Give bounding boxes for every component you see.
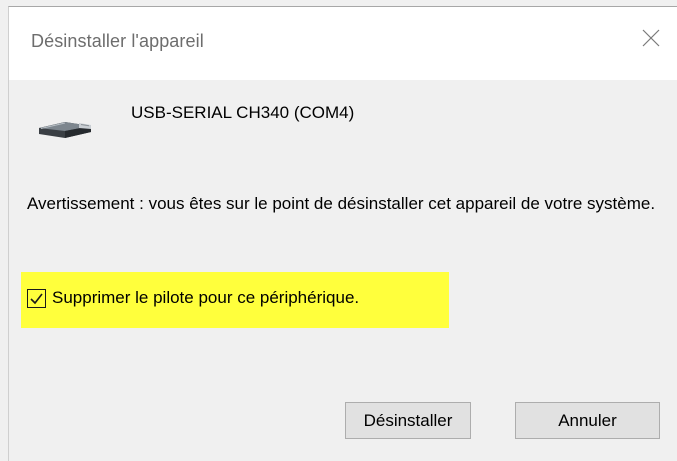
dialog-title: Désinstaller l'appareil [31, 31, 204, 51]
checkmark-icon [30, 293, 43, 305]
delete-driver-label: Supprimer le pilote pour ce périphérique… [52, 288, 360, 307]
dialog-content: USB-SERIAL CH340 (COM4) Avertissement : … [8, 80, 677, 461]
close-button[interactable] [636, 23, 666, 53]
delete-driver-option[interactable]: Supprimer le pilote pour ce périphérique… [21, 272, 449, 328]
title-bar: Désinstaller l'appareil [8, 6, 677, 81]
uninstall-device-dialog: Désinstaller l'appareil USB-SERIAL CH340… [0, 0, 677, 461]
usb-serial-device-icon [39, 122, 91, 138]
cancel-button[interactable]: Annuler [515, 402, 660, 439]
close-icon [642, 29, 660, 47]
warning-message: Avertissement : vous êtes sur le point d… [27, 194, 656, 213]
uninstall-button[interactable]: Désinstaller [345, 402, 471, 439]
delete-driver-checkbox[interactable] [27, 289, 46, 308]
device-name: USB-SERIAL CH340 (COM4) [131, 103, 355, 122]
